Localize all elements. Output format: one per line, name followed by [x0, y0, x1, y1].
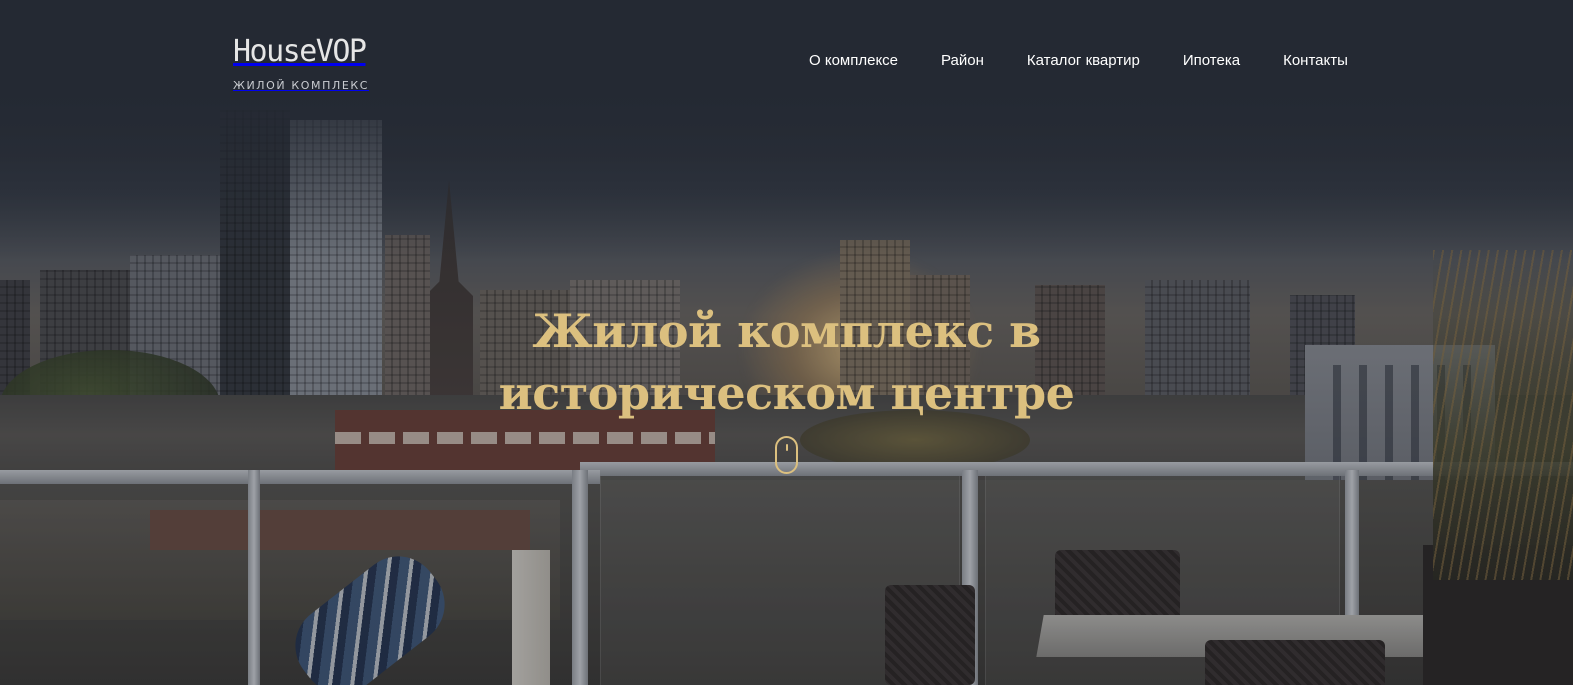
- nav-item-contacts[interactable]: Контакты: [1283, 52, 1348, 70]
- nav-item-district[interactable]: Район: [941, 52, 984, 70]
- hero-title: Жилой комплекс в историческом центре: [0, 300, 1573, 424]
- mouse-scroll-icon[interactable]: [775, 436, 798, 474]
- site-header: HouseVOP ЖИЛОЙ КОМПЛЕКС О комплексе Райо…: [0, 0, 1573, 100]
- main-nav: О комплексе Район Каталог квартир Ипотек…: [809, 52, 1348, 70]
- nav-item-catalog[interactable]: Каталог квартир: [1027, 52, 1140, 70]
- logo-subtitle: ЖИЛОЙ КОМПЛЕКС: [233, 79, 370, 92]
- site-logo[interactable]: HouseVOP ЖИЛОЙ КОМПЛЕКС: [233, 34, 370, 93]
- logo-name: HouseVOP: [233, 34, 367, 69]
- nav-item-about[interactable]: О комплексе: [809, 52, 898, 70]
- nav-item-mortgage[interactable]: Ипотека: [1183, 52, 1240, 70]
- hero-title-line-1: Жилой комплекс в: [532, 304, 1041, 358]
- hero-title-line-2: историческом центре: [498, 366, 1075, 420]
